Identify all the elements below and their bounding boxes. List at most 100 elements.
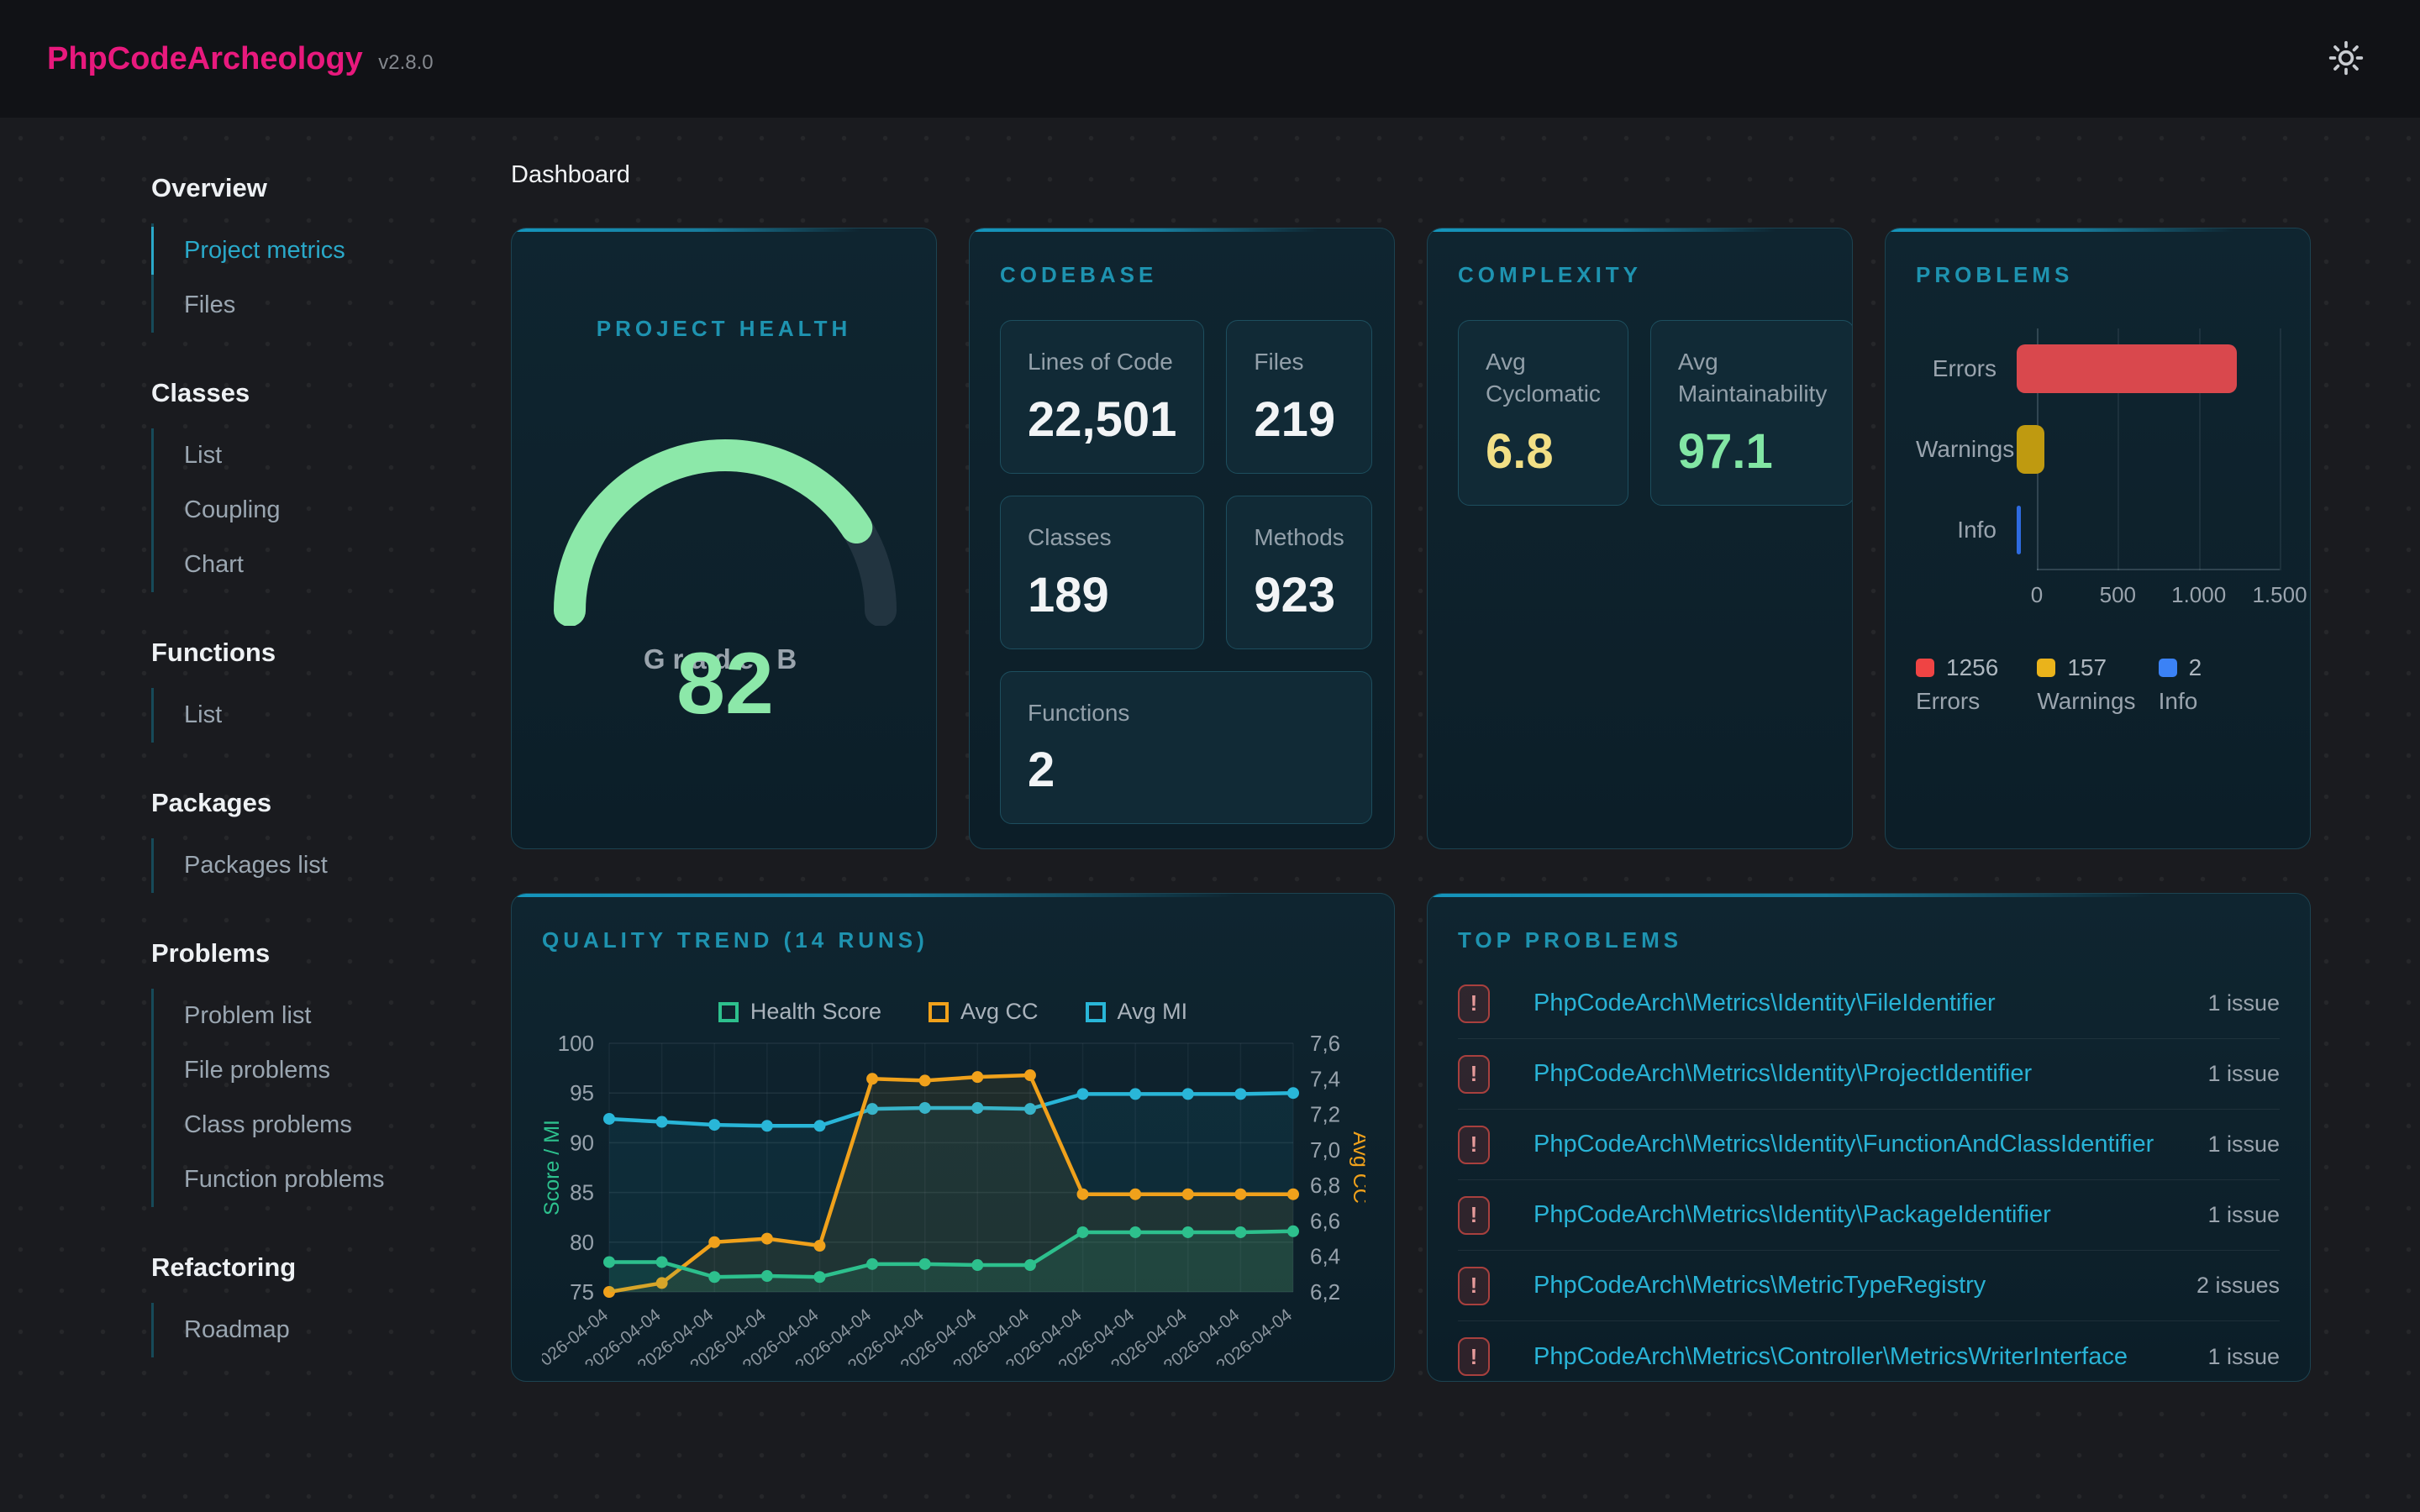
right-tick-label: 7,0 xyxy=(1310,1137,1340,1163)
sidebar-item-chart[interactable]: Chart xyxy=(154,538,511,592)
left-axis-title: Score / MI xyxy=(542,1120,564,1215)
trend-legend-swatch xyxy=(1086,1002,1106,1022)
legend-item-top: 2 xyxy=(2159,654,2280,681)
data-point xyxy=(1077,1189,1089,1200)
project-health-card: PROJECT HEALTH 82 Grade B xyxy=(511,228,937,849)
sidebar-item-files[interactable]: Files xyxy=(154,278,511,333)
stat-label: Files xyxy=(1254,346,1344,378)
legend-item: 2Info xyxy=(2159,654,2280,715)
stat-tile: Functions2 xyxy=(1000,671,1372,825)
sidebar-section-title: Packages xyxy=(151,788,511,818)
stat-value: 6.8 xyxy=(1486,423,1601,480)
bar-category-label: Info xyxy=(1916,517,2017,543)
x-tick-label: 0 xyxy=(2031,582,2043,608)
quality-trend-legend: Health Score Avg CC Avg MI xyxy=(542,999,1364,1025)
problem-link[interactable]: PhpCodeArch\Metrics\Controller\MetricsWr… xyxy=(1534,1343,2191,1371)
data-point xyxy=(1234,1189,1246,1200)
sidebar-item-problem-list[interactable]: Problem list xyxy=(154,989,511,1043)
data-point xyxy=(1287,1189,1299,1200)
cards-row-1: PROJECT HEALTH 82 Grade B CODEBASE Lines… xyxy=(511,228,2311,849)
problem-link[interactable]: PhpCodeArch\Metrics\Identity\ProjectIden… xyxy=(1534,1060,2191,1088)
data-point xyxy=(1234,1226,1246,1238)
gridline xyxy=(2280,328,2281,570)
problem-issue-count: 1 issue xyxy=(2207,990,2280,1016)
bar-row: Info xyxy=(1916,490,2280,570)
codebase-title: CODEBASE xyxy=(1000,262,1364,288)
data-point xyxy=(1077,1088,1089,1100)
logo-wrap: PhpCodeArcheology v2.8.0 xyxy=(47,41,434,77)
problem-row[interactable]: !PhpCodeArch\Metrics\Identity\ProjectIde… xyxy=(1458,1039,2280,1110)
sidebar-nav-group: List xyxy=(151,688,511,743)
data-point xyxy=(1024,1259,1036,1271)
health-gauge-arc xyxy=(542,424,908,626)
problem-row[interactable]: !PhpCodeArch\Metrics\Identity\FunctionAn… xyxy=(1458,1110,2280,1180)
right-tick-label: 7,2 xyxy=(1310,1102,1340,1127)
stat-label: Avg Cyclomatic xyxy=(1486,346,1601,410)
stat-tile: Avg Maintainability97.1 xyxy=(1650,320,1853,506)
legend-swatch xyxy=(1916,659,1934,677)
sidebar-nav-group: Project metricsFiles xyxy=(151,223,511,333)
sidebar-item-file-problems[interactable]: File problems xyxy=(154,1043,511,1098)
problem-row[interactable]: !PhpCodeArch\Metrics\Identity\FileIdenti… xyxy=(1458,969,2280,1039)
stat-tile: Files219 xyxy=(1226,320,1371,474)
right-tick-label: 7,4 xyxy=(1310,1066,1340,1091)
sidebar-item-project-metrics[interactable]: Project metrics xyxy=(154,223,511,278)
problem-issue-count: 1 issue xyxy=(2207,1202,2280,1228)
problem-row[interactable]: !PhpCodeArch\Metrics\MetricTypeRegistry2… xyxy=(1458,1251,2280,1321)
data-point xyxy=(919,1074,931,1086)
bar-info xyxy=(2017,506,2021,554)
data-point xyxy=(761,1270,773,1282)
left-tick-label: 75 xyxy=(570,1279,594,1305)
problem-link[interactable]: PhpCodeArch\Metrics\Identity\FunctionAnd… xyxy=(1534,1131,2191,1158)
stat-label: Lines of Code xyxy=(1028,346,1176,378)
data-point xyxy=(1129,1189,1141,1200)
sidebar-item-packages-list[interactable]: Packages list xyxy=(154,838,511,893)
problem-row[interactable]: !PhpCodeArch\Metrics\Identity\PackageIde… xyxy=(1458,1180,2280,1251)
sidebar-item-list[interactable]: List xyxy=(154,428,511,483)
stat-tile: Lines of Code22,501 xyxy=(1000,320,1204,474)
sidebar-section: Classes ListCouplingChart xyxy=(151,378,511,592)
legend-count: 1256 xyxy=(1946,654,1998,681)
bar-track xyxy=(2017,506,2280,554)
top-problems-card: TOP PROBLEMS !PhpCodeArch\Metrics\Identi… xyxy=(1427,893,2311,1382)
problem-issue-count: 1 issue xyxy=(2207,1344,2280,1370)
right-tick-label: 6,2 xyxy=(1310,1279,1340,1305)
sidebar-nav-group: Packages list xyxy=(151,838,511,893)
sidebar-section: Overview Project metricsFiles xyxy=(151,173,511,333)
data-point xyxy=(1234,1088,1246,1100)
data-point xyxy=(971,1259,983,1271)
problem-link[interactable]: PhpCodeArch\Metrics\MetricTypeRegistry xyxy=(1534,1272,2180,1299)
problem-link[interactable]: PhpCodeArch\Metrics\Identity\FileIdentif… xyxy=(1534,990,2191,1017)
stat-value: 189 xyxy=(1028,567,1176,623)
legend-swatch xyxy=(2037,659,2055,677)
trend-legend-label: Avg MI xyxy=(1118,999,1188,1025)
sidebar-item-class-problems[interactable]: Class problems xyxy=(154,1098,511,1152)
theme-toggle-button[interactable] xyxy=(2319,31,2373,87)
sidebar: OverviewProject metricsFilesClassesListC… xyxy=(151,161,511,1512)
data-point xyxy=(866,1258,878,1270)
data-point xyxy=(813,1271,825,1283)
trend-legend-swatch xyxy=(929,1002,949,1022)
problem-issue-count: 1 issue xyxy=(2207,1131,2280,1158)
sidebar-item-function-problems[interactable]: Function problems xyxy=(154,1152,511,1207)
sidebar-item-list[interactable]: List xyxy=(154,688,511,743)
sidebar-section-title: Problems xyxy=(151,938,511,969)
data-point xyxy=(603,1113,615,1125)
sidebar-section-title: Overview xyxy=(151,173,511,203)
sun-icon xyxy=(2328,66,2365,79)
trend-legend-item: Health Score xyxy=(718,999,881,1025)
sidebar-section-title: Classes xyxy=(151,378,511,408)
problem-link[interactable]: PhpCodeArch\Metrics\Identity\PackageIden… xyxy=(1534,1201,2191,1229)
sidebar-section: FunctionsList xyxy=(151,638,511,743)
x-tick-label: 500 xyxy=(2100,582,2136,608)
sidebar-item-coupling[interactable]: Coupling xyxy=(154,483,511,538)
problem-row[interactable]: !PhpCodeArch\Metrics\Controller\MetricsW… xyxy=(1458,1321,2280,1382)
cards-row-2: QUALITY TREND (14 RUNS) Health ScoreAvg … xyxy=(511,893,2311,1382)
stat-label: Functions xyxy=(1028,697,1344,729)
bar-track xyxy=(2017,344,2280,393)
data-point xyxy=(1129,1226,1141,1238)
data-point xyxy=(761,1120,773,1131)
stat-tile: Methods923 xyxy=(1226,496,1371,649)
sidebar-item-roadmap[interactable]: Roadmap xyxy=(154,1303,511,1357)
trend-legend-label: Avg CC xyxy=(960,999,1039,1025)
